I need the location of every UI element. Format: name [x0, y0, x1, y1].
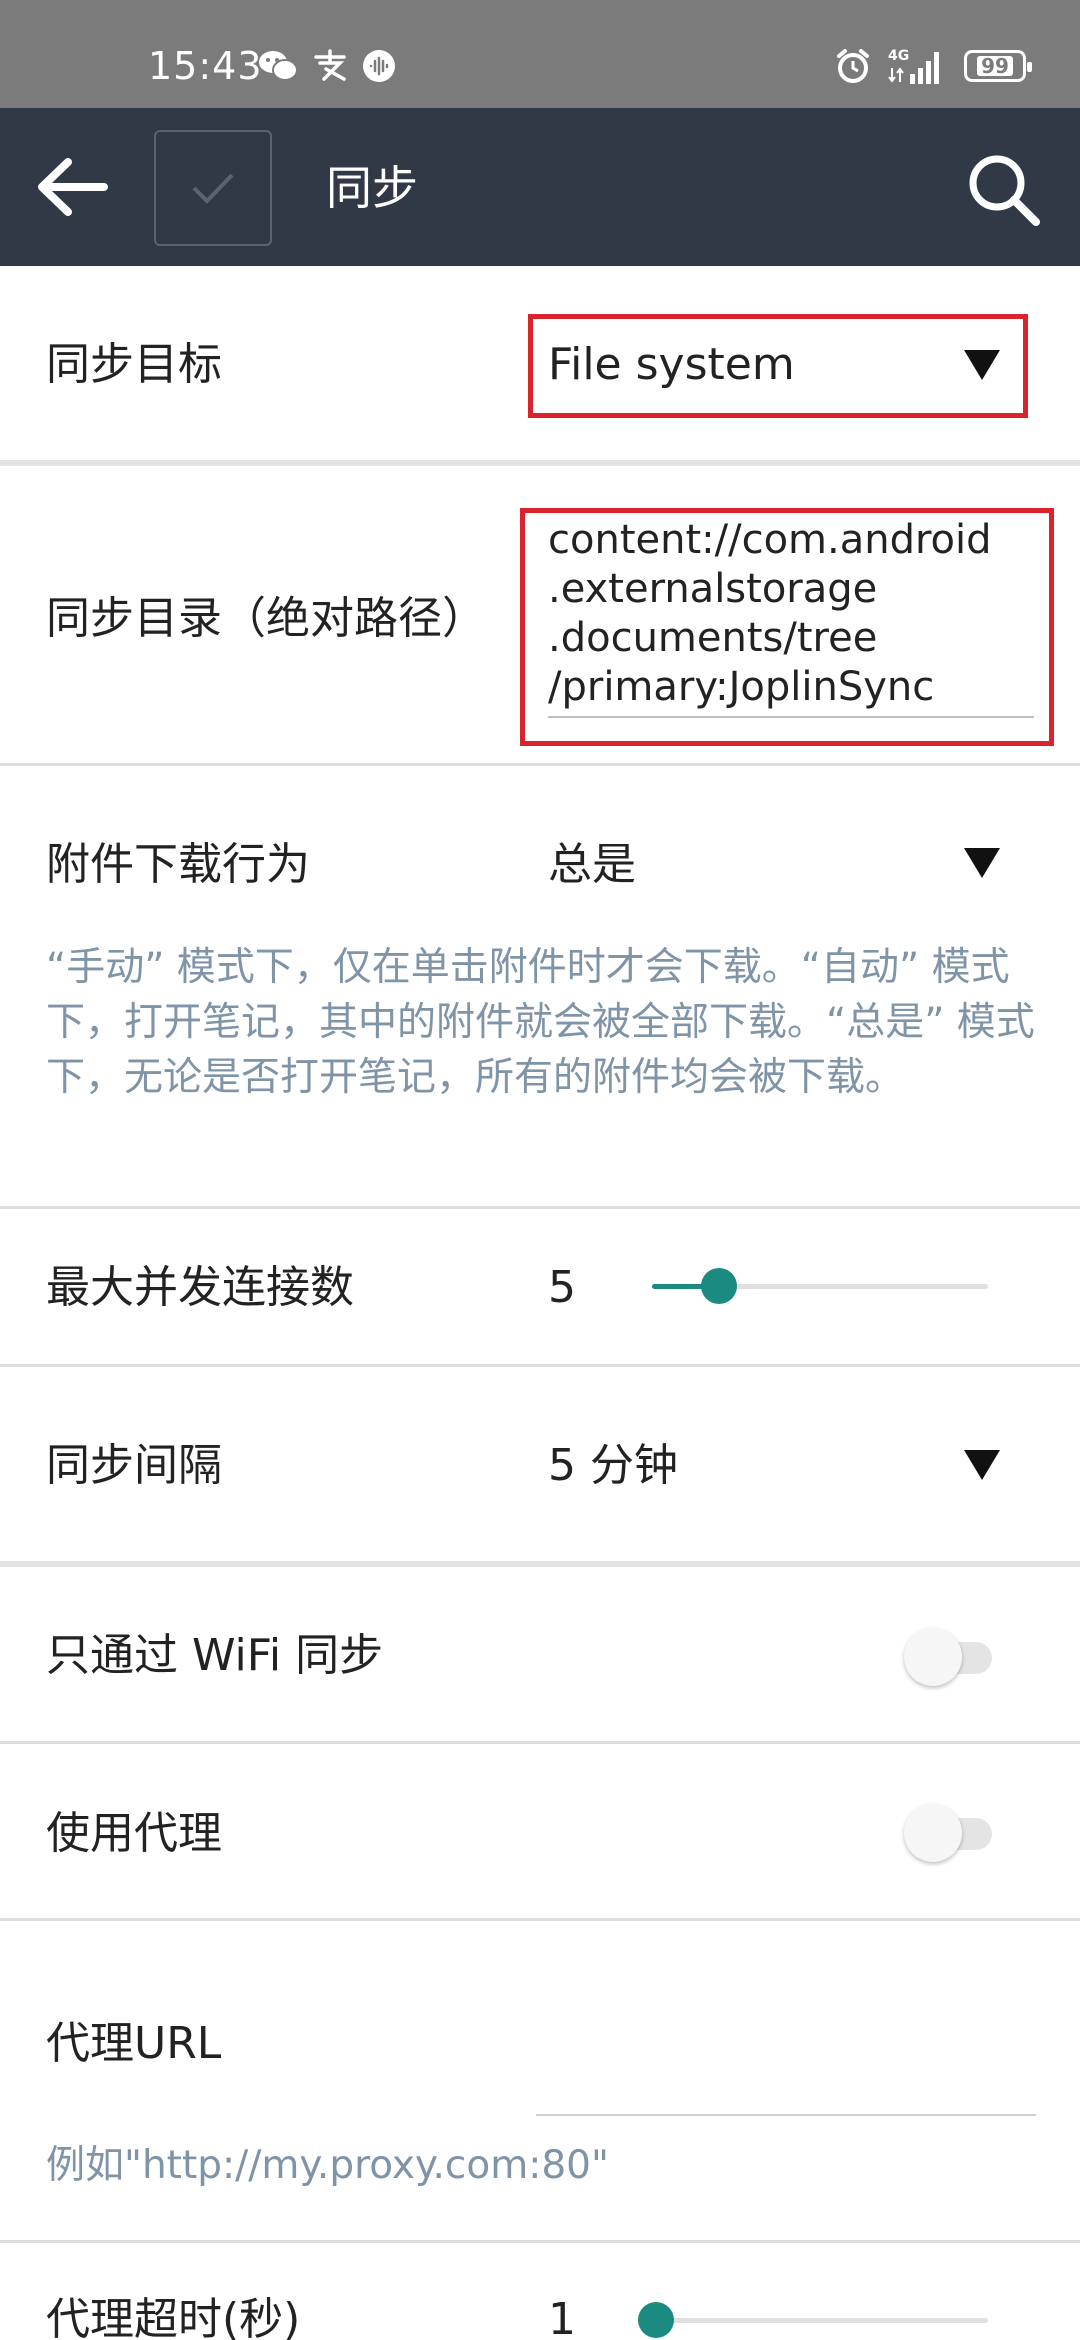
search-icon[interactable]: [966, 152, 1042, 228]
attachment-download-description: “手动” 模式下，仅在单击附件时才会下载。“自动” 模式下，打开笔记，其中的附件…: [46, 945, 1035, 1100]
toggle-knob: [904, 1804, 962, 1862]
toggle-knob: [904, 1628, 962, 1686]
slider-thumb[interactable]: [701, 1268, 738, 1304]
app-toolbar: 同步: [0, 108, 1080, 266]
use-proxy-label: 使用代理: [46, 1808, 222, 1859]
sync-interval-label: 同步间隔: [46, 1440, 222, 1491]
use-proxy-toggle[interactable]: [904, 1804, 994, 1862]
proxy-url-label: 代理URL: [46, 2018, 222, 2069]
notification-icons: [258, 48, 396, 84]
system-icons: 4G 99: [834, 46, 1032, 86]
wifi-only-label: 只通过 WiFi 同步: [46, 1630, 384, 1681]
wechat-icon: [259, 51, 298, 81]
alarm-icon: [837, 49, 869, 83]
slider-thumb[interactable]: [638, 2302, 674, 2338]
audio-icon: [363, 50, 395, 82]
svg-text:4G: 4G: [888, 48, 909, 64]
signal-4g-icon: 4G: [888, 48, 939, 84]
proxy-timeout-label: 代理超时(秒): [46, 2294, 301, 2340]
back-arrow-icon[interactable]: [36, 156, 110, 218]
proxy-timeout-slider[interactable]: [652, 2318, 988, 2323]
max-connections-label: 最大并发连接数: [46, 1262, 354, 1313]
dropdown-caret-icon[interactable]: [962, 1448, 1002, 1482]
status-time: 15:43: [148, 44, 263, 88]
row-divider: [0, 1206, 1080, 1209]
row-divider: [0, 2240, 1080, 2243]
checkmark-icon: [192, 173, 234, 204]
alipay-icon: [314, 49, 346, 81]
proxy-timeout-value: 1: [548, 2294, 576, 2340]
max-connections-value: 5: [548, 1262, 576, 1313]
sync-target-label: 同步目标: [46, 339, 222, 390]
dropdown-caret-icon[interactable]: [962, 846, 1002, 880]
attachment-download-value[interactable]: 总是: [548, 837, 636, 893]
row-divider: [0, 1364, 1080, 1367]
section-divider: [0, 460, 1080, 466]
sync-interval-value[interactable]: 5 分钟: [548, 1438, 678, 1494]
sync-dir-label: 同步目录（绝对路径）: [46, 593, 486, 644]
save-button[interactable]: [154, 130, 272, 246]
proxy-url-input[interactable]: [536, 2114, 1036, 2116]
status-bar: 15:43 4G 99: [0, 0, 1080, 108]
battery-icon: 99: [964, 50, 1032, 82]
wifi-only-toggle[interactable]: [904, 1628, 994, 1686]
section-divider: [0, 1561, 1080, 1567]
row-divider: [0, 1918, 1080, 1921]
row-divider: [0, 763, 1080, 766]
sync-dir-highlight: [520, 508, 1054, 746]
proxy-url-hint: 例如"http://my.proxy.com:80": [46, 2143, 609, 2188]
page-title: 同步: [326, 161, 418, 215]
attachment-download-label: 附件下载行为: [46, 839, 310, 890]
sync-target-highlight: [528, 314, 1028, 418]
row-divider: [0, 1741, 1080, 1744]
